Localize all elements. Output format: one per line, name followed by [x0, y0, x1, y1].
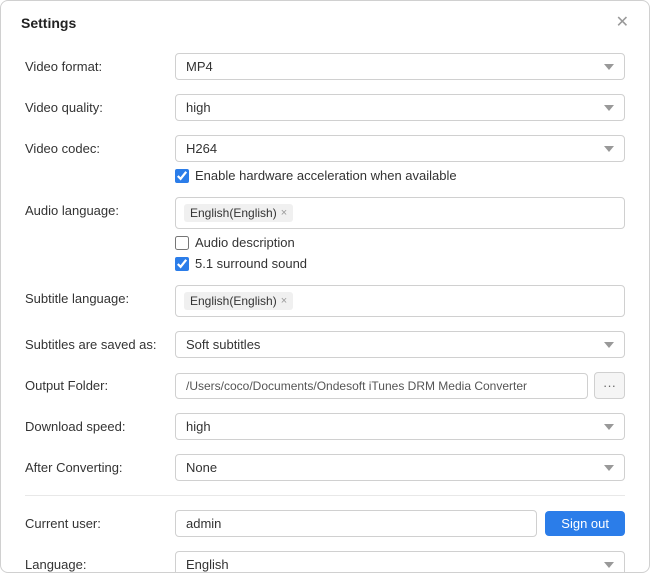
audio-language-tag-close[interactable]: ×	[281, 208, 287, 219]
audio-language-tag-text: English(English)	[190, 206, 277, 220]
audio-language-row: Audio language: English(English) × Audio…	[25, 197, 625, 271]
subtitles-saved-as-label: Subtitles are saved as:	[25, 331, 175, 352]
subtitle-language-row: Subtitle language: English(English) ×	[25, 285, 625, 317]
video-codec-row: Video codec: H264 H265 AV1 Enable hardwa…	[25, 135, 625, 183]
video-codec-select[interactable]: H264 H265 AV1	[175, 135, 625, 162]
current-user-input-group: Sign out	[175, 510, 625, 537]
hw-acceleration-label: Enable hardware acceleration when availa…	[195, 168, 457, 183]
subtitle-language-tag-input[interactable]: English(English) ×	[175, 285, 625, 317]
audio-description-label: Audio description	[195, 235, 295, 250]
download-speed-select[interactable]: high medium low	[175, 413, 625, 440]
download-speed-row: Download speed: high medium low	[25, 413, 625, 440]
after-converting-control: None Open output folder Quit application	[175, 454, 625, 481]
surround-sound-checkbox[interactable]	[175, 257, 189, 271]
output-folder-input[interactable]	[175, 373, 588, 399]
video-codec-label: Video codec:	[25, 135, 175, 156]
video-format-row: Video format: MP4 MKV AVI MOV	[25, 53, 625, 80]
subtitles-saved-as-row: Subtitles are saved as: Soft subtitles H…	[25, 331, 625, 358]
audio-language-control: English(English) × Audio description 5.1…	[175, 197, 625, 271]
settings-window: Settings ✕ Video format: MP4 MKV AVI MOV…	[0, 0, 650, 573]
video-codec-control: H264 H265 AV1 Enable hardware accelerati…	[175, 135, 625, 183]
language-label: Language:	[25, 551, 175, 572]
after-converting-row: After Converting: None Open output folde…	[25, 454, 625, 481]
video-format-select[interactable]: MP4 MKV AVI MOV	[175, 53, 625, 80]
divider	[25, 495, 625, 496]
video-quality-label: Video quality:	[25, 94, 175, 115]
surround-sound-row: 5.1 surround sound	[175, 256, 625, 271]
window-title: Settings	[21, 15, 76, 31]
hw-acceleration-checkbox[interactable]	[175, 169, 189, 183]
download-speed-label: Download speed:	[25, 413, 175, 434]
download-speed-control: high medium low	[175, 413, 625, 440]
after-converting-label: After Converting:	[25, 454, 175, 475]
subtitle-language-tag: English(English) ×	[184, 292, 293, 310]
video-format-label: Video format:	[25, 53, 175, 74]
output-folder-label: Output Folder:	[25, 372, 175, 393]
language-select[interactable]: English Chinese Japanese French	[175, 551, 625, 572]
output-folder-browse-button[interactable]: ···	[594, 372, 625, 399]
current-user-control-wrapper: Sign out	[175, 510, 625, 537]
title-bar: Settings ✕	[1, 1, 649, 41]
audio-description-checkbox[interactable]	[175, 236, 189, 250]
subtitle-language-label: Subtitle language:	[25, 285, 175, 306]
after-converting-select[interactable]: None Open output folder Quit application	[175, 454, 625, 481]
hw-acceleration-row: Enable hardware acceleration when availa…	[175, 168, 625, 183]
subtitle-language-tag-close[interactable]: ×	[281, 296, 287, 307]
audio-description-row: Audio description	[175, 235, 625, 250]
language-row: Language: English Chinese Japanese Frenc…	[25, 551, 625, 572]
output-folder-control: ···	[175, 372, 625, 399]
audio-language-label: Audio language:	[25, 197, 175, 218]
video-quality-control: high medium low	[175, 94, 625, 121]
settings-content: Video format: MP4 MKV AVI MOV Video qual…	[1, 41, 649, 572]
surround-sound-label: 5.1 surround sound	[195, 256, 307, 271]
output-folder-row: Output Folder: ···	[25, 372, 625, 399]
subtitle-language-tag-text: English(English)	[190, 294, 277, 308]
current-user-label: Current user:	[25, 510, 175, 531]
subtitles-saved-as-control: Soft subtitles Hard subtitles None	[175, 331, 625, 358]
current-user-input[interactable]	[175, 510, 537, 537]
audio-language-tag-input[interactable]: English(English) ×	[175, 197, 625, 229]
subtitles-saved-as-select[interactable]: Soft subtitles Hard subtitles None	[175, 331, 625, 358]
current-user-row: Current user: Sign out	[25, 510, 625, 537]
output-folder-input-row: ···	[175, 372, 625, 399]
video-format-control: MP4 MKV AVI MOV	[175, 53, 625, 80]
video-quality-row: Video quality: high medium low	[25, 94, 625, 121]
video-quality-select[interactable]: high medium low	[175, 94, 625, 121]
sign-out-button[interactable]: Sign out	[545, 511, 625, 536]
subtitle-language-control: English(English) ×	[175, 285, 625, 317]
audio-language-tag: English(English) ×	[184, 204, 293, 222]
language-control: English Chinese Japanese French	[175, 551, 625, 572]
close-button[interactable]: ✕	[612, 13, 633, 33]
